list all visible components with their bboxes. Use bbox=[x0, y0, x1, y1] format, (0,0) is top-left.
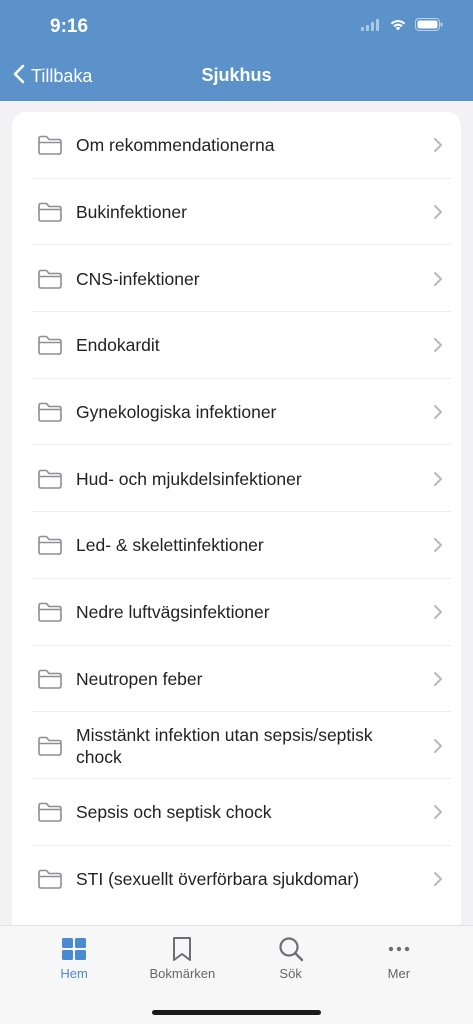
grid-icon bbox=[60, 936, 88, 962]
category-list: Om rekommendationerna Bukinfektioner CNS-i… bbox=[12, 112, 461, 932]
nav-bar: Tillbaka Sjukhus bbox=[0, 52, 473, 101]
list-item-label: Sepsis och septisk chock bbox=[76, 802, 272, 823]
list-item-label: STI (sexuellt överförbara sjukdomar) bbox=[76, 868, 360, 889]
list-item-label: Om rekommendationerna bbox=[76, 135, 275, 156]
list-item-label: Endokardit bbox=[76, 335, 160, 356]
tab-label: Mer bbox=[387, 966, 411, 981]
more-icon bbox=[385, 936, 413, 962]
status-bar: 9:16 bbox=[0, 0, 473, 52]
bookmark-icon bbox=[168, 936, 196, 962]
folder-icon bbox=[37, 268, 63, 290]
chevron-right-icon bbox=[433, 404, 443, 420]
folder-icon bbox=[37, 134, 63, 156]
list-item-label: CNS-infektioner bbox=[76, 268, 200, 289]
list-item-label: Nedre luftvägsinfektioner bbox=[76, 602, 270, 623]
list-item[interactable]: Endokardit bbox=[12, 312, 461, 379]
tab-more[interactable]: Mer bbox=[345, 926, 453, 986]
folder-icon bbox=[37, 534, 63, 556]
chevron-right-icon bbox=[433, 871, 443, 887]
chevron-right-icon bbox=[433, 471, 443, 487]
tab-label: Bokmärken bbox=[149, 966, 216, 981]
chevron-right-icon bbox=[433, 804, 443, 820]
chevron-right-icon bbox=[433, 738, 443, 754]
list-item-label: Led- & skelettinfektioner bbox=[76, 535, 264, 556]
folder-icon bbox=[37, 668, 63, 690]
tab-grid[interactable]: Hem bbox=[20, 926, 128, 986]
list-item[interactable]: Led- & skelettinfektioner bbox=[12, 512, 461, 579]
tab-label: Hem bbox=[60, 966, 88, 981]
chevron-right-icon bbox=[433, 671, 443, 687]
battery-icon bbox=[415, 18, 443, 36]
wifi-icon bbox=[389, 18, 407, 36]
tab-label: Sök bbox=[279, 966, 302, 981]
folder-icon bbox=[37, 801, 63, 823]
tab-search[interactable]: Sök bbox=[237, 926, 345, 986]
list-item[interactable]: CNS-infektioner bbox=[12, 245, 461, 312]
folder-icon bbox=[37, 201, 63, 223]
list-item[interactable]: Gynekologiska infektioner bbox=[12, 379, 461, 446]
folder-icon bbox=[37, 334, 63, 356]
list-item[interactable]: Neutropen feber bbox=[12, 646, 461, 713]
list-item[interactable]: Sepsis och septisk chock bbox=[12, 779, 461, 846]
list-item[interactable]: STI (sexuellt överförbara sjukdomar) bbox=[12, 846, 461, 913]
page-title: Sjukhus bbox=[201, 65, 272, 85]
folder-icon bbox=[37, 868, 63, 890]
app-screen: 9:16 Tillbaka Sjukhus Om rekommendatione… bbox=[0, 0, 473, 1024]
status-time: 9:16 bbox=[50, 16, 89, 37]
list-item[interactable]: Bukinfektioner bbox=[12, 179, 461, 246]
list-item-label: Gynekologiska infektioner bbox=[76, 402, 277, 423]
list-item[interactable]: Nedre luftvägsinfektioner bbox=[12, 579, 461, 646]
list-item[interactable]: Om rekommendationerna bbox=[12, 112, 461, 179]
list-item-label: Hud- och mjukdelsinfektioner bbox=[76, 468, 302, 489]
list-item-label: Neutropen feber bbox=[76, 668, 203, 689]
chevron-right-icon bbox=[433, 604, 443, 620]
chevron-right-icon bbox=[433, 137, 443, 153]
header: 9:16 Tillbaka Sjukhus bbox=[0, 0, 473, 101]
chevron-right-icon bbox=[433, 337, 443, 353]
status-icons bbox=[361, 18, 443, 36]
tab-bar: Hem Bokmärken Sök Mer bbox=[0, 925, 473, 1024]
folder-icon bbox=[37, 735, 63, 757]
chevron-right-icon bbox=[433, 204, 443, 220]
folder-icon bbox=[37, 601, 63, 623]
list-item[interactable]: Hud- och mjukdelsinfektioner bbox=[12, 445, 461, 512]
chevron-right-icon bbox=[433, 271, 443, 287]
folder-icon bbox=[37, 468, 63, 490]
tab-bookmark[interactable]: Bokmärken bbox=[128, 926, 236, 986]
signal-icon bbox=[361, 18, 381, 36]
list-item-label: Bukinfektioner bbox=[76, 202, 187, 223]
list-item[interactable]: Misstänkt infektion utan sepsis/septisk … bbox=[12, 712, 461, 779]
chevron-right-icon bbox=[433, 537, 443, 553]
list-item-label: Misstänkt infektion utan sepsis/septisk … bbox=[76, 724, 373, 767]
home-indicator bbox=[152, 1010, 321, 1015]
folder-icon bbox=[37, 401, 63, 423]
search-icon bbox=[277, 936, 305, 962]
